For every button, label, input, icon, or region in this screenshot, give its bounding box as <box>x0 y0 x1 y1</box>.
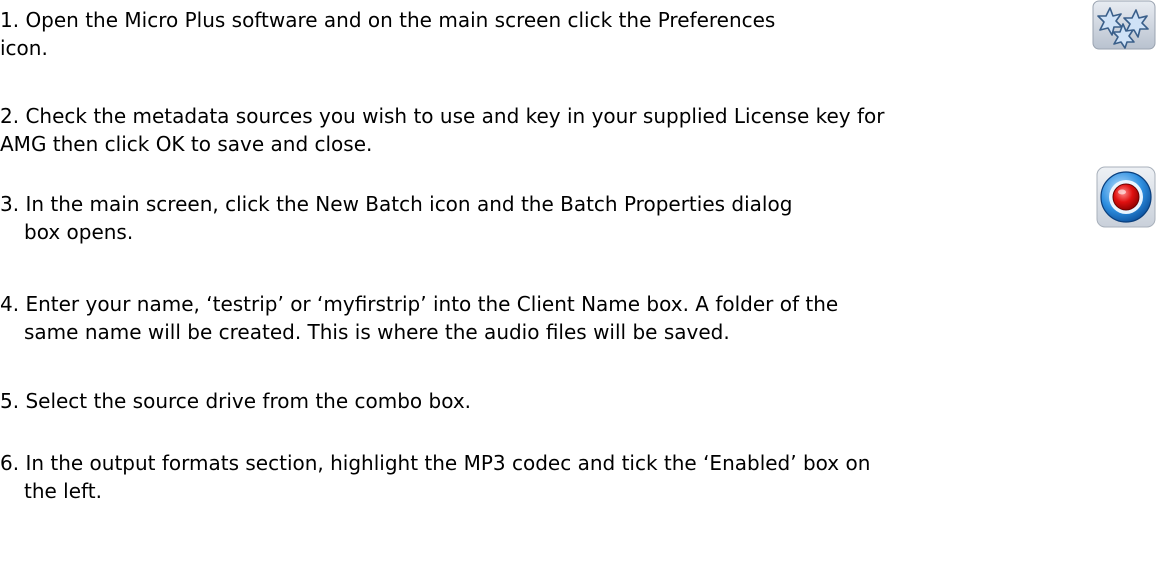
step-6-line-1: 6. In the output formats section, highli… <box>0 451 871 475</box>
step-1: 1. Open the Micro Plus software and on t… <box>0 6 775 62</box>
step-6-line-2: the left. <box>24 479 102 503</box>
step-2-line-2: AMG then click OK to save and close. <box>0 132 373 156</box>
step-5-line-1: 5. Select the source drive from the comb… <box>0 389 472 413</box>
step-1-line-2: icon. <box>0 36 48 60</box>
step-4-line-1: 4. Enter your name, ‘testrip’ or ‘myfirs… <box>0 292 839 316</box>
step-4: 4. Enter your name, ‘testrip’ or ‘myfirs… <box>0 290 838 346</box>
preferences-icon <box>1092 0 1156 50</box>
step-2: 2. Check the metadata sources you wish t… <box>0 102 885 158</box>
step-3: 3. In the main screen, click the New Bat… <box>0 190 792 246</box>
step-5: 5. Select the source drive from the comb… <box>0 387 471 415</box>
step-3-line-2: box opens. <box>24 220 134 244</box>
step-6: 6. In the output formats section, highli… <box>0 449 870 505</box>
step-4-line-2: same name will be created. This is where… <box>24 320 730 344</box>
step-1-line-1: 1. Open the Micro Plus software and on t… <box>0 8 776 32</box>
step-2-line-1: 2. Check the metadata sources you wish t… <box>0 104 885 128</box>
new-batch-icon <box>1096 166 1156 228</box>
step-3-line-1: 3. In the main screen, click the New Bat… <box>0 192 793 216</box>
